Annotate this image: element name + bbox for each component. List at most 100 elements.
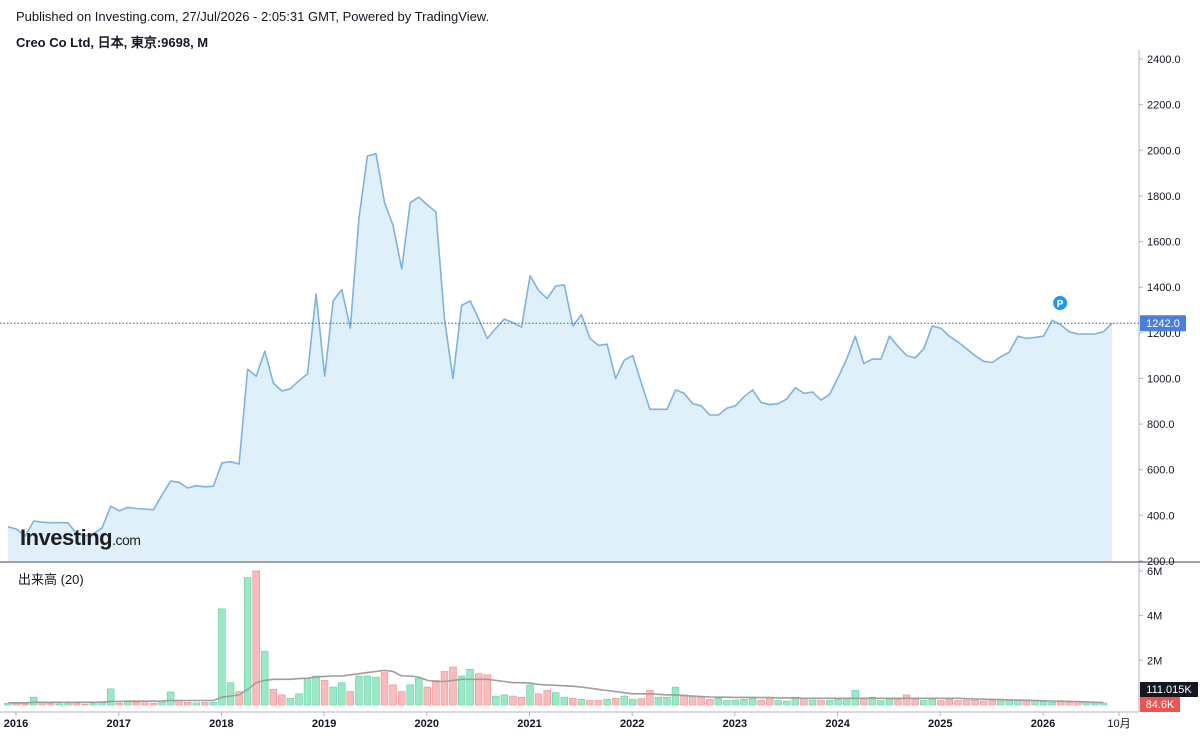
volume-bar bbox=[397, 691, 406, 706]
volume-bar bbox=[1065, 701, 1073, 706]
volume-bar bbox=[637, 698, 646, 706]
price-tick-label: 2000.0 bbox=[1147, 145, 1181, 157]
volume-bar bbox=[620, 695, 628, 706]
volume-bar bbox=[517, 696, 526, 706]
time-tick-label: 2016 bbox=[4, 718, 28, 730]
volume-bar bbox=[628, 699, 637, 706]
price-volume-chart[interactable]: 2400.02200.02000.01800.01600.01400.01200… bbox=[0, 0, 1200, 737]
volume-bar bbox=[800, 698, 808, 706]
volume-bar bbox=[372, 676, 380, 706]
volume-bar bbox=[783, 700, 791, 706]
volume-bar bbox=[432, 680, 440, 706]
price-tick-label: 2400.0 bbox=[1147, 54, 1181, 66]
volume-bar bbox=[218, 608, 226, 706]
volume-bar bbox=[124, 701, 132, 706]
volume-bar bbox=[1005, 700, 1014, 706]
volume-bar bbox=[817, 700, 825, 706]
volume-bar bbox=[500, 694, 509, 706]
volume-bar bbox=[184, 701, 192, 706]
volume-bar bbox=[226, 682, 235, 706]
volume-pane-title: 出来高 (20) bbox=[18, 572, 84, 587]
volume-bar bbox=[312, 675, 320, 706]
volume-bar bbox=[808, 699, 817, 706]
time-tick-label: 2022 bbox=[620, 718, 644, 730]
volume-last-label: 84.6K bbox=[1146, 699, 1175, 711]
volume-bar bbox=[329, 686, 337, 706]
volume-bar bbox=[569, 697, 577, 706]
logo-main: Investing bbox=[20, 525, 113, 550]
volume-bar bbox=[919, 700, 928, 706]
volume-bar bbox=[415, 677, 423, 706]
volume-bar bbox=[534, 693, 543, 706]
volume-bar bbox=[1099, 702, 1108, 706]
volume-bar bbox=[937, 700, 945, 706]
time-tick-label: 2025 bbox=[928, 718, 952, 730]
volume-bar bbox=[603, 699, 611, 706]
last-price-label: 1242.0 bbox=[1146, 318, 1180, 330]
price-tick-label: 600.0 bbox=[1147, 465, 1175, 477]
volume-bar bbox=[466, 668, 474, 706]
volume-bar bbox=[492, 695, 500, 706]
volume-bar bbox=[406, 684, 414, 706]
time-tick-label: 10月 bbox=[1107, 718, 1130, 730]
volume-bar bbox=[141, 702, 149, 706]
volume-bar bbox=[64, 703, 72, 706]
volume-bar bbox=[894, 699, 902, 706]
volume-bar bbox=[902, 694, 911, 706]
volume-bar bbox=[201, 702, 209, 706]
price-tick-label: 1000.0 bbox=[1147, 373, 1181, 385]
volume-bar bbox=[911, 699, 919, 706]
volume-bar bbox=[988, 700, 996, 706]
price-tick-label: 400.0 bbox=[1147, 510, 1175, 522]
volume-bar bbox=[543, 690, 551, 706]
volume-bar bbox=[21, 703, 29, 706]
volume-bar bbox=[269, 689, 277, 706]
volume-bar bbox=[29, 696, 38, 706]
volume-bar bbox=[748, 697, 757, 706]
volume-bar bbox=[723, 700, 731, 706]
price-tick-label: 1800.0 bbox=[1147, 191, 1181, 203]
volume-bar bbox=[72, 702, 81, 706]
volume-bar bbox=[81, 703, 89, 706]
volume-bar bbox=[1022, 700, 1031, 706]
volume-bar bbox=[12, 703, 21, 706]
volume-bar bbox=[979, 700, 988, 706]
volume-bar bbox=[320, 680, 329, 706]
volume-bar bbox=[278, 694, 286, 706]
volume-bar bbox=[440, 671, 449, 706]
volume-bar bbox=[825, 700, 834, 706]
volume-bar bbox=[243, 577, 252, 706]
volume-bar bbox=[380, 672, 389, 706]
volume-bar bbox=[449, 666, 457, 706]
volume-bar bbox=[355, 675, 363, 706]
volume-bar bbox=[338, 682, 346, 706]
volume-bar bbox=[192, 702, 200, 706]
volume-bar bbox=[834, 699, 842, 706]
volume-bar bbox=[115, 702, 123, 706]
volume-bar bbox=[474, 673, 483, 706]
volume-bar bbox=[611, 697, 620, 706]
volume-tick-label: 2M bbox=[1147, 655, 1162, 667]
volume-bar bbox=[107, 688, 115, 706]
volume-bar bbox=[688, 695, 697, 706]
volume-bar bbox=[714, 697, 723, 706]
volume-tick-label: 4M bbox=[1147, 611, 1162, 623]
volume-bar bbox=[586, 700, 594, 706]
event-marker-label: P bbox=[1057, 299, 1064, 310]
time-tick-label: 2019 bbox=[312, 718, 336, 730]
volume-bar bbox=[89, 703, 98, 706]
volume-bar bbox=[654, 696, 663, 706]
volume-bar bbox=[757, 699, 765, 706]
volume-bar bbox=[697, 696, 705, 706]
volume-bar bbox=[260, 651, 269, 706]
volume-bar bbox=[996, 700, 1005, 706]
volume-bar bbox=[295, 693, 303, 706]
price-tick-label: 1400.0 bbox=[1147, 282, 1181, 294]
price-tick-label: 800.0 bbox=[1147, 419, 1175, 431]
volume-bar bbox=[954, 700, 962, 706]
volume-bar bbox=[158, 701, 166, 706]
volume-bar bbox=[646, 690, 654, 706]
volume-bar bbox=[389, 684, 397, 706]
volume-bar bbox=[842, 697, 851, 706]
time-tick-label: 2020 bbox=[415, 718, 439, 730]
